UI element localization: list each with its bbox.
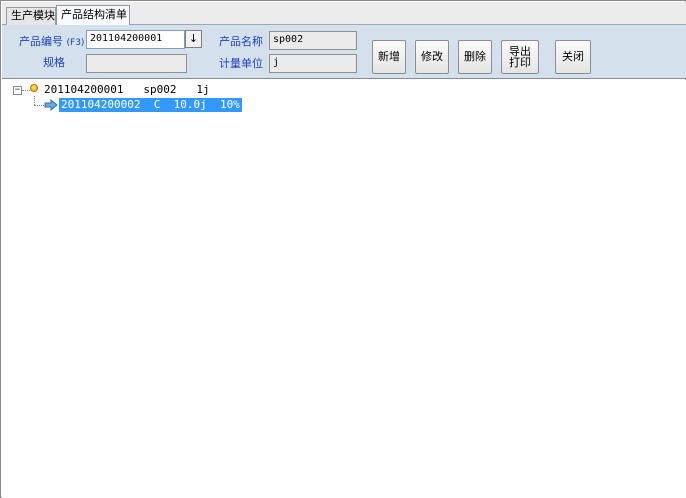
product-name-label: 产品名称 — [219, 35, 263, 48]
close-button[interactable]: 关闭 — [555, 40, 591, 74]
product-code-input[interactable]: 201104200001 — [86, 30, 185, 49]
tree-root-node[interactable]: 201104200001 sp002 1j — [44, 83, 210, 97]
product-code-dropdown-button[interactable]: ↓ — [185, 30, 202, 48]
spec-field[interactable] — [86, 54, 187, 73]
window-frame: 生产模块 产品结构清单 产品编号 (F3) 201104200001 ↓ 规格 … — [0, 0, 686, 498]
delete-button[interactable]: 删除 — [458, 40, 492, 74]
export-print-button[interactable]: 导出 打印 — [501, 40, 539, 74]
form-panel: 产品编号 (F3) 201104200001 ↓ 规格 产品名称 sp002 计… — [2, 25, 686, 79]
tree-child-node-selected[interactable]: 201104200002 C 10.0j 10% — [59, 98, 242, 112]
tab-production-module[interactable]: 生产模块 — [6, 7, 56, 25]
print-label: 打印 — [509, 56, 531, 69]
product-code-label: 产品编号 (F3) — [19, 35, 85, 48]
tree-connector-child — [34, 105, 44, 106]
product-name-field[interactable]: sp002 — [269, 31, 357, 50]
collapse-icon[interactable]: − — [13, 86, 22, 95]
product-structure-tree[interactable]: − 201104200001 sp002 1j 201104200002 C 1… — [2, 80, 686, 498]
tab-strip: 生产模块 产品结构清单 — [2, 2, 686, 26]
tree-connector-vertical — [34, 96, 35, 105]
product-code-hint: (F3) — [66, 38, 85, 48]
edit-button[interactable]: 修改 — [415, 40, 449, 74]
add-button[interactable]: 新增 — [372, 40, 406, 74]
arrow-right-icon — [44, 99, 58, 111]
spec-label: 规格 — [43, 56, 65, 69]
unit-field[interactable]: j — [269, 54, 357, 73]
unit-label: 计量单位 — [219, 57, 263, 70]
tab-product-structure-list[interactable]: 产品结构清单 — [56, 5, 130, 26]
root-node-icon — [30, 84, 38, 92]
export-print-label: 导出 打印 — [509, 46, 531, 68]
